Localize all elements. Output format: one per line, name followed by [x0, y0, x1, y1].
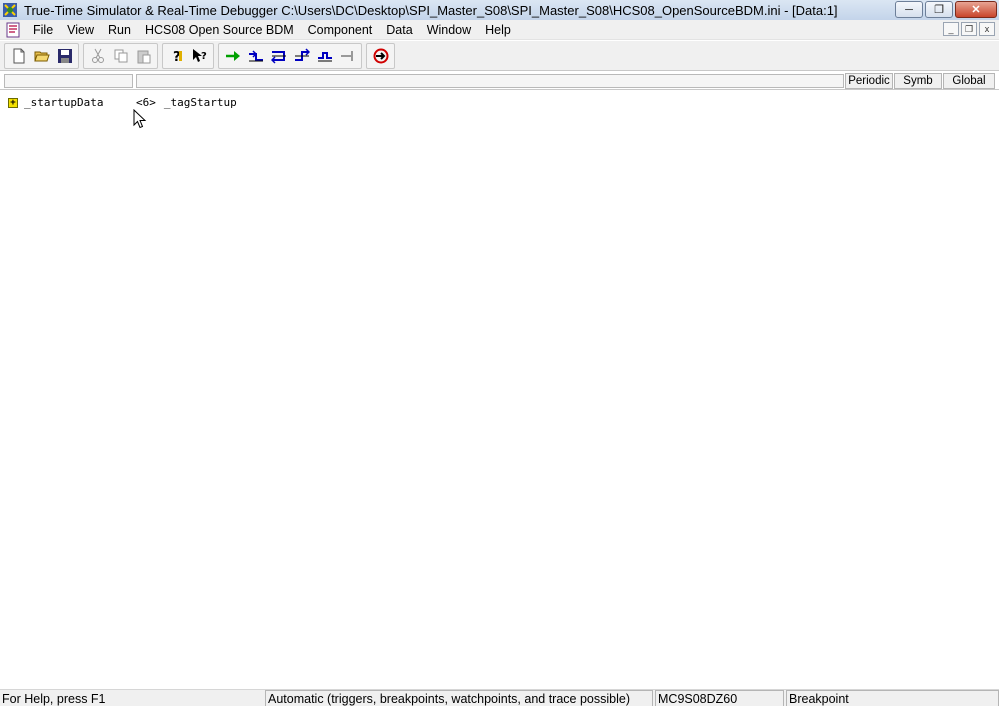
tab-global[interactable]: Global [943, 73, 995, 89]
expand-toggle[interactable]: + [8, 97, 18, 108]
help-toolbar-group: ? ? [162, 42, 214, 69]
menu-help[interactable]: Help [478, 23, 518, 37]
mouse-cursor-icon [133, 108, 147, 132]
debug-toolbar-group [218, 42, 362, 69]
step-over-icon[interactable] [267, 45, 290, 67]
minimize-button[interactable]: ─ [895, 1, 923, 18]
status-bar: For Help, press F1 Automatic (triggers, … [0, 689, 999, 706]
status-help-text: For Help, press F1 [2, 691, 106, 706]
close-button[interactable]: ✕ [955, 1, 997, 18]
status-state: Breakpoint [786, 690, 999, 706]
mdi-controls: _ ❐ x [943, 22, 995, 36]
menu-window[interactable]: Window [420, 23, 478, 37]
single-step-icon[interactable] [244, 45, 267, 67]
menu-run[interactable]: Run [101, 23, 138, 37]
header-value-column[interactable] [136, 74, 844, 88]
data-header-row: Periodic Symb Global [0, 72, 999, 90]
status-mode: Automatic (triggers, breakpoints, watchp… [265, 690, 653, 706]
mdi-restore-button[interactable]: ❐ [961, 22, 977, 36]
variable-type: _tagStartup [163, 96, 237, 109]
header-name-column[interactable] [4, 74, 133, 88]
paste-icon[interactable] [132, 45, 155, 67]
title-bar: True-Time Simulator & Real-Time Debugger… [0, 0, 999, 20]
window-controls: ─ ❐ ✕ [895, 1, 997, 18]
status-device: MC9S08DZ60 [655, 690, 784, 706]
cut-icon[interactable] [86, 45, 109, 67]
svg-text:?: ? [201, 51, 207, 62]
assembly-step-icon[interactable] [313, 45, 336, 67]
mdi-minimize-button[interactable]: _ [943, 22, 959, 36]
menu-data[interactable]: Data [379, 23, 419, 37]
data-view[interactable]: + _startupData <6> _tagStartup [0, 91, 999, 687]
menu-hcs08-open-source-bdm[interactable]: HCS08 Open Source BDM [138, 23, 301, 37]
tab-periodic[interactable]: Periodic [845, 73, 893, 89]
toolbar: ? ? [0, 41, 999, 71]
open-folder-icon[interactable] [30, 45, 53, 67]
reset-toolbar-group [366, 42, 395, 69]
variable-size: <6> [136, 96, 156, 109]
file-toolbar-group [4, 42, 79, 69]
restore-button[interactable]: ❐ [925, 1, 953, 18]
menu-component[interactable]: Component [301, 23, 380, 37]
menu-file[interactable]: File [26, 23, 60, 37]
copy-icon[interactable] [109, 45, 132, 67]
app-icon[interactable] [2, 2, 18, 18]
help-icon[interactable]: ? [165, 45, 188, 67]
variable-name: _startupData [24, 96, 104, 109]
mdi-close-button[interactable]: x [979, 22, 995, 36]
new-file-icon[interactable] [7, 45, 30, 67]
document-icon[interactable] [6, 22, 20, 38]
run-start-icon[interactable] [221, 45, 244, 67]
step-out-icon[interactable] [290, 45, 313, 67]
save-icon[interactable] [53, 45, 76, 67]
edit-toolbar-group [83, 42, 158, 69]
list-item[interactable]: + _startupData <6> _tagStartup [8, 96, 237, 109]
menu-bar: File View Run HCS08 Open Source BDM Comp… [0, 20, 999, 40]
window-title: True-Time Simulator & Real-Time Debugger… [24, 2, 838, 18]
menu-view[interactable]: View [60, 23, 101, 37]
halt-icon[interactable] [336, 45, 359, 67]
reset-icon[interactable] [369, 45, 392, 67]
context-help-icon[interactable]: ? [188, 45, 211, 67]
tab-symb[interactable]: Symb [894, 73, 942, 89]
